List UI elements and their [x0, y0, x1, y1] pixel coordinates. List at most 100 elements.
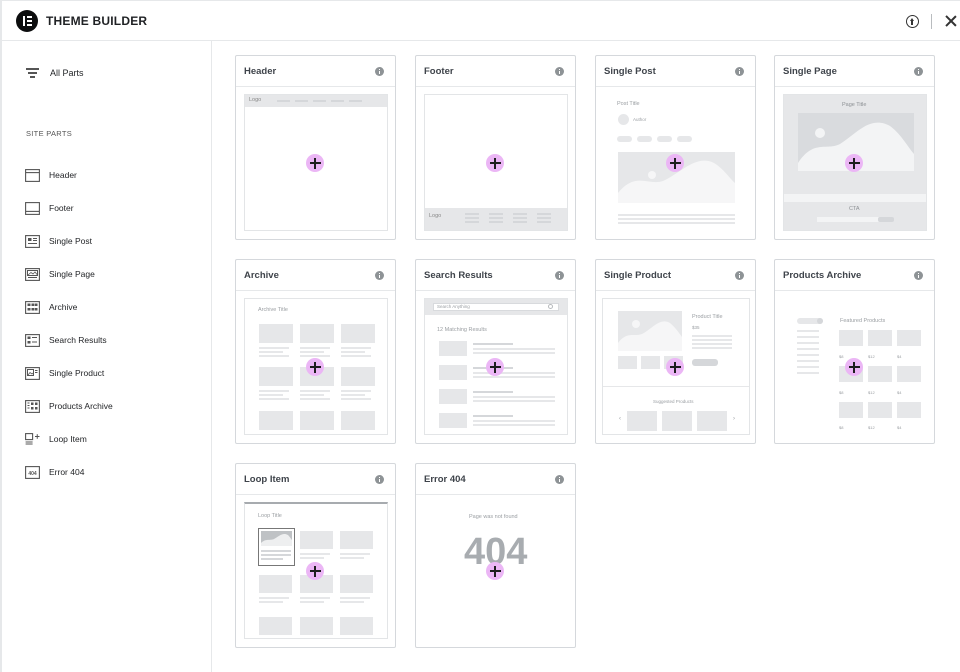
card-single-post[interactable]: Single Post Post Title Author — [595, 55, 756, 240]
sidebar-item-single-product[interactable]: Single Product — [25, 365, 195, 381]
all-parts-link[interactable]: All Parts — [26, 65, 84, 81]
card-header-bar: Archive — [236, 260, 395, 291]
card-footer[interactable]: Footer Logo — [415, 55, 576, 240]
header-icon — [25, 168, 40, 182]
card-single-page[interactable]: Single Page Page Title CTA — [774, 55, 935, 240]
elementor-logo-icon — [16, 10, 38, 32]
info-icon[interactable] — [735, 67, 744, 76]
info-icon[interactable] — [555, 67, 564, 76]
theme-builder-window: THEME BUILDER All Parts SITE PARTS Heade… — [0, 0, 960, 672]
sidebar-item-label: Single Post — [49, 236, 92, 246]
archive-icon — [25, 300, 40, 314]
card-loop-item[interactable]: Loop Item Loop Title — [235, 463, 396, 648]
card-title: Single Page — [783, 66, 837, 77]
single-page-icon — [25, 267, 40, 281]
add-template-icon[interactable] — [666, 154, 684, 172]
card-search-results[interactable]: Search Results Search Anything 12 Matchi… — [415, 259, 576, 444]
sidebar-item-label: Archive — [49, 302, 78, 312]
search-results-icon — [25, 333, 40, 347]
price-tag: $12 — [868, 354, 875, 359]
price-tag: $8 — [839, 390, 844, 395]
sidebar-item-archive[interactable]: Archive — [25, 299, 195, 315]
divider — [931, 14, 932, 29]
card-header-bar: Header — [236, 56, 395, 87]
card-archive[interactable]: Archive Archive Title — [235, 259, 396, 444]
preview-logo-text: Logo — [249, 97, 262, 103]
card-products-archive[interactable]: Products Archive Featured Products $8 $1… — [774, 259, 935, 444]
preview-product-price: $35 — [692, 325, 700, 330]
card-header-bar: Single Page — [775, 56, 934, 87]
sidebar-item-error-404[interactable]: 404 Error 404 — [25, 464, 195, 480]
single-product-icon — [25, 366, 40, 380]
price-tag: $12 — [868, 425, 875, 430]
sidebar-item-footer[interactable]: Footer — [25, 200, 195, 216]
sidebar-item-loop-item[interactable]: Loop Item — [25, 431, 195, 447]
info-icon[interactable] — [375, 271, 384, 280]
info-icon[interactable] — [555, 271, 564, 280]
info-icon[interactable] — [914, 67, 923, 76]
add-template-icon[interactable] — [845, 358, 863, 376]
preview-not-found: Page was not found — [469, 514, 518, 520]
single-post-icon — [25, 234, 40, 248]
add-template-icon[interactable] — [666, 358, 684, 376]
section-title: SITE PARTS — [26, 129, 73, 138]
add-template-icon[interactable] — [306, 562, 324, 580]
help-icon[interactable] — [906, 15, 919, 28]
card-title: Search Results — [424, 270, 493, 281]
preview-page-title: Page Title — [842, 102, 867, 108]
all-parts-label: All Parts — [50, 68, 84, 78]
card-title: Header — [244, 66, 277, 77]
price-tag: $4 — [897, 354, 902, 359]
preview-suggested-products: Suggested Products — [653, 399, 694, 404]
card-title: Error 404 — [424, 474, 466, 485]
close-icon[interactable] — [943, 13, 959, 29]
add-template-icon[interactable] — [486, 562, 504, 580]
preview-author: Author — [633, 117, 647, 122]
preview-logo-text: Logo — [429, 213, 442, 219]
info-icon[interactable] — [555, 475, 564, 484]
add-template-icon[interactable] — [306, 358, 324, 376]
card-error-404[interactable]: Error 404 Page was not found 404 — [415, 463, 576, 648]
sidebar-item-products-archive[interactable]: Products Archive — [25, 398, 195, 414]
filter-icon — [26, 68, 39, 78]
card-single-product[interactable]: Single Product Product Title $35 Suggest… — [595, 259, 756, 444]
loop-item-icon — [25, 432, 40, 446]
preview-featured-products: Featured Products — [840, 318, 886, 324]
svg-text:404: 404 — [28, 470, 37, 476]
card-title: Single Product — [604, 270, 672, 281]
sidebar-item-single-page[interactable]: Single Page — [25, 266, 195, 282]
sidebar-item-label: Search Results — [49, 335, 107, 345]
card-title: Single Post — [604, 66, 656, 77]
error-404-icon: 404 — [25, 465, 40, 479]
top-bar: THEME BUILDER — [2, 1, 960, 41]
preview-archive-title: Archive Title — [258, 307, 288, 313]
preview-post-title: Post Title — [617, 101, 640, 107]
card-header-bar: Footer — [416, 56, 575, 87]
card-header-bar: Single Post — [596, 56, 755, 87]
price-tag: $8 — [839, 354, 844, 359]
card-header[interactable]: Header Logo — [235, 55, 396, 240]
info-icon[interactable] — [375, 475, 384, 484]
app-title: THEME BUILDER — [46, 14, 148, 28]
price-tag: $4 — [897, 425, 902, 430]
preview-search-placeholder: Search Anything — [437, 304, 470, 309]
footer-icon — [25, 201, 40, 215]
card-header-bar: Loop Item — [236, 464, 395, 495]
sidebar-item-search-results[interactable]: Search Results — [25, 332, 195, 348]
preview-matching-results: 12 Matching Results — [437, 327, 487, 333]
sidebar-item-single-post[interactable]: Single Post — [25, 233, 195, 249]
price-tag: $4 — [897, 390, 902, 395]
price-tag: $8 — [839, 425, 844, 430]
add-template-icon[interactable] — [306, 154, 324, 172]
add-template-icon[interactable] — [486, 154, 504, 172]
preview-cta: CTA — [849, 206, 860, 212]
card-title: Archive — [244, 270, 279, 281]
card-header-bar: Single Product — [596, 260, 755, 291]
sidebar-item-label: Error 404 — [49, 467, 85, 477]
add-template-icon[interactable] — [486, 358, 504, 376]
add-template-icon[interactable] — [845, 154, 863, 172]
info-icon[interactable] — [375, 67, 384, 76]
info-icon[interactable] — [914, 271, 923, 280]
sidebar-item-header[interactable]: Header — [25, 167, 195, 183]
info-icon[interactable] — [735, 271, 744, 280]
